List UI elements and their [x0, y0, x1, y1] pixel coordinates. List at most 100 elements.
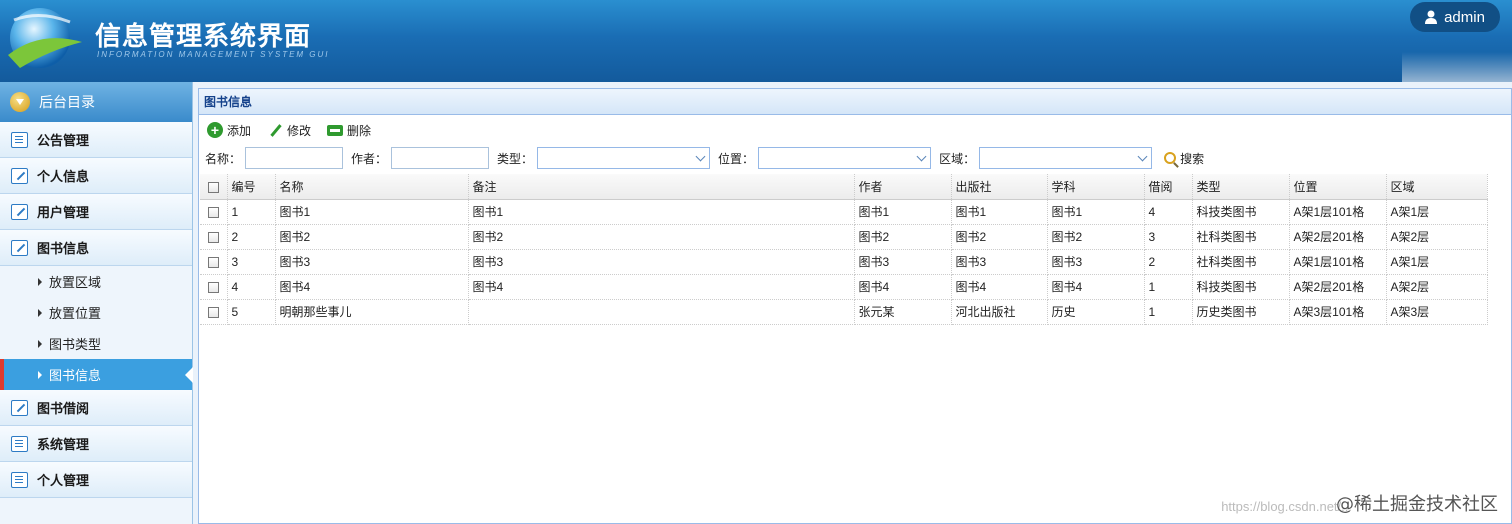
table-cell: 1 [1144, 299, 1193, 325]
watermark: @稀土掘金技术社区 [1336, 494, 1498, 515]
position-filter-label: 位置： [718, 151, 755, 166]
search-button-label: 搜索 [1180, 151, 1205, 166]
sidebar-item-book-info[interactable]: 图书信息 [0, 230, 192, 266]
table-cell: 图书4 [854, 274, 952, 300]
row-checkbox[interactable] [207, 256, 219, 268]
caret-right-icon [38, 277, 42, 286]
row-checkbox-cell[interactable] [200, 274, 228, 300]
app-subtitle: INFORMATION MANAGEMENT SYSTEM GUI [97, 50, 330, 59]
column-header[interactable]: 借阅 [1144, 174, 1193, 200]
table-row[interactable]: 2 图书2 图书2 图书2 图书2 图书2 3 社科类图书 A架2层201格 A架2层 [200, 224, 1488, 250]
app-title: 信息管理系统界面 [95, 22, 312, 52]
column-header[interactable]: 编号 [227, 174, 276, 200]
row-checkbox-cell[interactable] [200, 199, 228, 225]
watermark-url: https://blog.csdn.net/... [1221, 499, 1352, 514]
table-cell: 图书2 [951, 224, 1048, 250]
edit-icon [11, 203, 28, 220]
author-filter-label: 作者： [351, 151, 388, 166]
table-cell [468, 299, 855, 325]
panel-title: 图书信息 [199, 89, 1511, 115]
row-checkbox-cell[interactable] [200, 224, 228, 250]
table-row[interactable]: 5 明朝那些事儿 张元某 河北出版社 历史 1 历史类图书 A架3层101格 A架3层 [200, 299, 1488, 325]
caret-right-icon [38, 308, 42, 317]
row-checkbox[interactable] [207, 206, 219, 218]
position-filter-select[interactable] [758, 147, 932, 169]
edit-button[interactable]: 修改 [267, 122, 311, 139]
table-cell: A架1层 [1386, 249, 1488, 275]
submenu-item-position[interactable]: 放置位置 [0, 297, 192, 328]
table-cell: 1 [1144, 274, 1193, 300]
table-cell: 图书2 [1047, 224, 1145, 250]
sidebar-item-personal-info[interactable]: 个人信息 [0, 158, 192, 194]
sidebar-item-user-management[interactable]: 用户管理 [0, 194, 192, 230]
menu-toggle-icon[interactable] [10, 92, 30, 112]
app-header: 信息管理系统界面 INFORMATION MANAGEMENT SYSTEM G… [0, 0, 1512, 82]
table-cell: 社科类图书 [1192, 224, 1290, 250]
column-header[interactable]: 学科 [1047, 174, 1145, 200]
delete-button-label: 删除 [347, 123, 372, 138]
table-cell: 图书1 [275, 199, 469, 225]
submenu-item-area[interactable]: 放置区域 [0, 266, 192, 297]
filter-bar: 名称： 作者： 类型： 位置： 区域： 搜索 [199, 145, 1511, 171]
table-row[interactable]: 4 图书4 图书4 图书4 图书4 图书4 1 科技类图书 A架2层201格 A架2层 [200, 274, 1488, 300]
column-header[interactable]: 位置 [1289, 174, 1387, 200]
table-cell: 图书1 [468, 199, 855, 225]
sidebar-item-notice[interactable]: 公告管理 [0, 122, 192, 158]
sidebar-item-label: 系统管理 [37, 437, 90, 452]
table-header-row: 编号 名称 备注 作者 出版社 学科 借阅 类型 位置 区域 [200, 174, 1488, 200]
minus-icon [327, 124, 344, 136]
table-cell: 科技类图书 [1192, 274, 1290, 300]
table-cell: A架2层 [1386, 274, 1488, 300]
submenu-item-label: 图书类型 [49, 337, 102, 352]
row-checkbox[interactable] [207, 306, 219, 318]
row-checkbox[interactable] [207, 281, 219, 293]
table-cell: 图书3 [468, 249, 855, 275]
submenu-item-book-type[interactable]: 图书类型 [0, 328, 192, 359]
column-header[interactable]: 名称 [275, 174, 469, 200]
select-all-checkbox[interactable] [207, 181, 219, 193]
book-table: 编号 名称 备注 作者 出版社 学科 借阅 类型 位置 区域 1 图书1 图书1 图书… [200, 174, 1488, 325]
sidebar-item-system-management[interactable]: 系统管理 [0, 426, 192, 462]
search-icon [1164, 152, 1177, 164]
author-filter-input[interactable] [391, 147, 490, 169]
add-button[interactable]: + 添加 [207, 122, 251, 139]
delete-button[interactable]: 删除 [327, 122, 371, 139]
column-header[interactable]: 备注 [468, 174, 855, 200]
sidebar-item-label: 用户管理 [37, 205, 90, 220]
table-row[interactable]: 3 图书3 图书3 图书3 图书3 图书3 2 社科类图书 A架1层101格 A架1层 [200, 249, 1488, 275]
type-filter-select[interactable] [537, 147, 711, 169]
search-button[interactable]: 搜索 [1164, 150, 1204, 167]
user-icon [1425, 10, 1438, 24]
column-header[interactable]: 类型 [1192, 174, 1290, 200]
plus-icon: + [207, 122, 223, 138]
row-checkbox-cell[interactable] [200, 249, 228, 275]
table-cell: 社科类图书 [1192, 249, 1290, 275]
table-cell: 图书1 [854, 199, 952, 225]
table-cell: 图书4 [951, 274, 1048, 300]
select-all-checkbox-cell[interactable] [200, 174, 228, 200]
submenu-item-label: 放置位置 [49, 306, 102, 321]
submenu-item-book-info[interactable]: 图书信息 [0, 359, 193, 390]
username: admin [1444, 8, 1485, 26]
submenu-item-label: 放置区域 [49, 275, 102, 290]
area-filter-select[interactable] [979, 147, 1153, 169]
row-checkbox[interactable] [207, 231, 219, 243]
sidebar-item-book-borrow[interactable]: 图书借阅 [0, 390, 192, 426]
sidebar-item-personal-management[interactable]: 个人管理 [0, 462, 192, 498]
table-cell: 图书2 [854, 224, 952, 250]
table-cell: 图书3 [951, 249, 1048, 275]
column-header[interactable]: 作者 [854, 174, 952, 200]
name-filter-input[interactable] [245, 147, 344, 169]
table-cell: A架2层201格 [1289, 224, 1387, 250]
table-cell: 科技类图书 [1192, 199, 1290, 225]
column-header[interactable]: 出版社 [951, 174, 1048, 200]
sidebar-item-label: 图书信息 [37, 241, 90, 256]
table-cell: 2 [227, 224, 276, 250]
user-menu-button[interactable]: admin [1410, 2, 1500, 32]
column-header[interactable]: 区域 [1386, 174, 1488, 200]
table-cell: 图书1 [1047, 199, 1145, 225]
edit-icon [11, 399, 28, 416]
row-checkbox-cell[interactable] [200, 299, 228, 325]
table-row[interactable]: 1 图书1 图书1 图书1 图书1 图书1 4 科技类图书 A架1层101格 A架1层 [200, 199, 1488, 225]
sidebar-item-label: 公告管理 [37, 133, 90, 148]
